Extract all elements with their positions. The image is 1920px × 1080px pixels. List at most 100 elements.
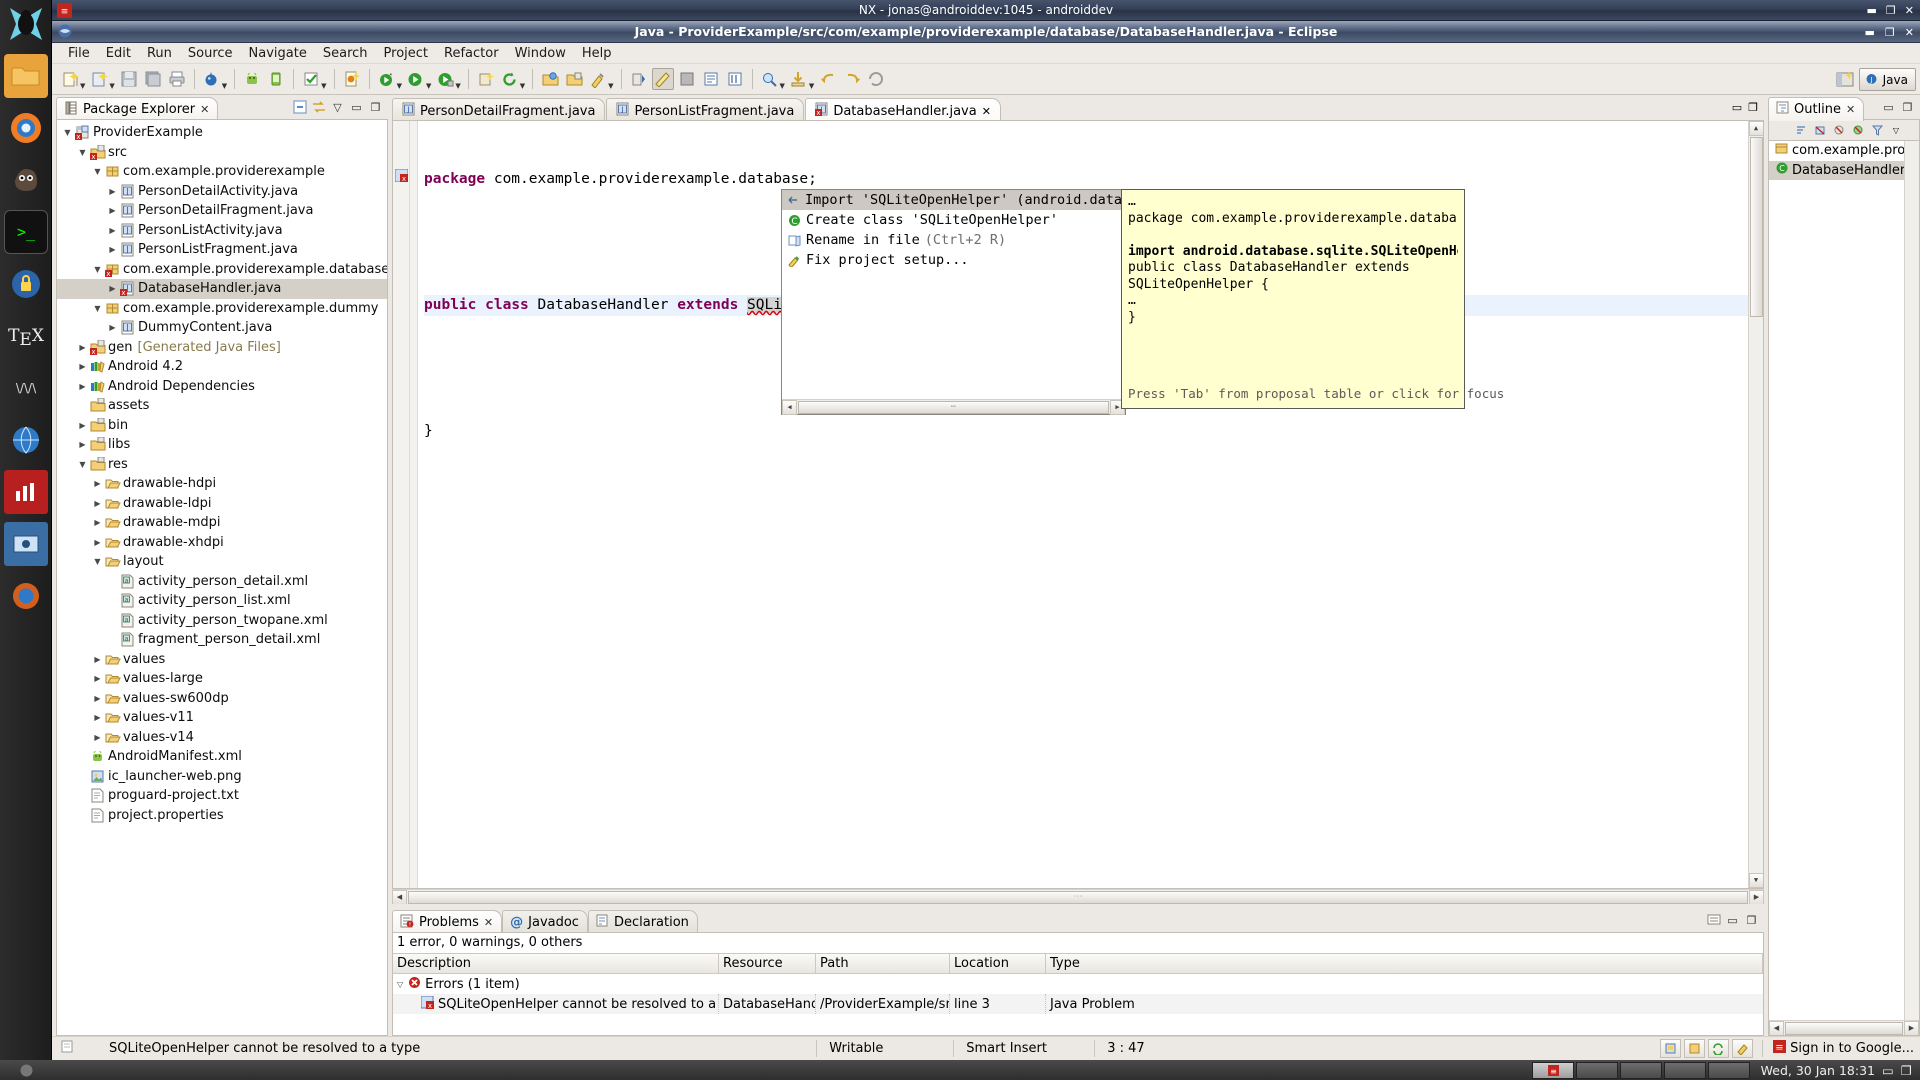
taskbar-task-1[interactable]: ≡ xyxy=(1532,1062,1574,1079)
taskbar-clock-area[interactable]: Wed, 30 Jan 18:31 ▭ ❐ xyxy=(1761,1063,1920,1078)
proposal-fix-project-setup[interactable]: Fix project setup... xyxy=(782,250,1125,270)
menubar[interactable]: File Edit Run Source Navigate Search Pro… xyxy=(52,43,1920,64)
tree-item[interactable]: ▼com.example.providerexample.dummy xyxy=(57,299,387,319)
twisty-open-icon[interactable]: ▼ xyxy=(91,265,104,274)
tree-item[interactable]: ▶Android 4.2 xyxy=(57,357,387,377)
taskbar-task-2[interactable] xyxy=(1576,1062,1618,1079)
tab-problems[interactable]: ! Problems ✕ xyxy=(392,910,502,934)
quickdiff-icon[interactable] xyxy=(1684,1039,1705,1058)
tree-item[interactable]: ▼layout xyxy=(57,552,387,572)
tree-item[interactable]: ▶drawable-mdpi xyxy=(57,513,387,533)
maximize-icon[interactable]: ❐ xyxy=(1900,100,1915,115)
taskbar-tasks[interactable]: ≡ xyxy=(1532,1062,1750,1079)
quick-fix-button[interactable] xyxy=(587,68,609,90)
run-button[interactable] xyxy=(405,68,427,90)
run-dropdown[interactable]: ▼ xyxy=(426,82,431,94)
scroll-down-icon[interactable]: ▼ xyxy=(1749,873,1764,888)
menu-project[interactable]: Project xyxy=(376,45,436,62)
twisty-closed-icon[interactable]: ▶ xyxy=(91,674,104,683)
package-explorer-view-tools[interactable]: ▽ ▭ ❐ xyxy=(292,95,388,119)
new-wizard-dropdown[interactable]: ▼ xyxy=(80,82,85,94)
package-explorer-tabbar[interactable]: Package Explorer ✕ ▽ ▭ ❐ xyxy=(56,95,388,119)
twisty-closed-icon[interactable]: ▶ xyxy=(91,713,104,722)
filter-icon[interactable] xyxy=(1869,122,1885,138)
debug-dropdown[interactable]: ▼ xyxy=(222,82,227,94)
content-assist-popup[interactable]: Import 'SQLiteOpenHelper' (android.datab… xyxy=(781,189,1126,415)
tree-item[interactable]: ▶bin xyxy=(57,416,387,436)
tree-item[interactable]: ▼xcom.example.providerexample.database xyxy=(57,260,387,280)
nx-maximize-button[interactable]: ❐ xyxy=(1886,4,1896,17)
tab-javadoc[interactable]: @ Javadoc xyxy=(502,910,588,934)
taskbar[interactable]: ≡ Wed, 30 Jan 18:31 ▭ ❐ xyxy=(0,1060,1920,1080)
toggle-mark-occurrences-button[interactable] xyxy=(652,68,674,90)
tab-declaration[interactable]: Declaration xyxy=(588,910,698,934)
twisty-closed-icon[interactable]: ▶ xyxy=(106,187,119,196)
editor-main[interactable]: x package com.example.providerexample.da… xyxy=(392,120,1764,889)
tree-item[interactable]: ▶libs xyxy=(57,435,387,455)
scroll-right-icon[interactable]: ▶ xyxy=(1904,1021,1919,1036)
desktop-dock[interactable]: >_ TEX \/\/\ xyxy=(0,0,52,1060)
twisty-open-icon[interactable]: ▼ xyxy=(61,128,74,137)
taskbar-task-4[interactable] xyxy=(1664,1062,1706,1079)
firefox2-icon[interactable] xyxy=(4,574,48,618)
taskbar-show-desktop-icon[interactable]: ❐ xyxy=(1901,1063,1912,1078)
browser-icon[interactable] xyxy=(4,418,48,462)
taskbar-menu-icon[interactable] xyxy=(0,1063,52,1078)
editor-tabbar[interactable]: J PersonDetailFragment.java J PersonList… xyxy=(392,95,1764,120)
tree-item[interactable]: ▶JPersonDetailActivity.java xyxy=(57,182,387,202)
vlc-icon[interactable]: \/\/\ xyxy=(4,366,48,410)
search-button[interactable] xyxy=(759,68,781,90)
editor-horizontal-scrollbar[interactable]: ◀ ⋯ ▶ xyxy=(392,889,1764,904)
twisty-closed-icon[interactable]: ▶ xyxy=(106,323,119,332)
scroll-left-icon[interactable]: ◀ xyxy=(1769,1021,1784,1036)
menu-navigate[interactable]: Navigate xyxy=(241,45,315,62)
show-whitespace-button[interactable] xyxy=(700,68,722,90)
run-as-dropdown[interactable]: ▼ xyxy=(397,82,402,94)
perspective-java-button[interactable]: J Java xyxy=(1859,68,1916,91)
tree-item[interactable]: ▶values-sw600dp xyxy=(57,689,387,709)
terminal-icon[interactable]: >_ xyxy=(4,210,48,254)
twisty-closed-icon[interactable]: ▶ xyxy=(91,518,104,527)
tree-item[interactable]: ▶JxDatabaseHandler.java xyxy=(57,279,387,299)
table-row-problem[interactable]: x SQLiteOpenHelper cannot be resolved to… xyxy=(393,994,1763,1014)
minimize-icon[interactable]: ▭ xyxy=(1725,913,1740,928)
main-toolbar[interactable]: ▼ ▼ ▼ xyxy=(52,64,1920,95)
tex-icon[interactable]: TEX xyxy=(4,314,48,358)
proposal-import-sqliteopenhelper[interactable]: Import 'SQLiteOpenHelper' (android.datab… xyxy=(782,190,1125,210)
google-signin-icon[interactable]: ≡ xyxy=(1772,1039,1787,1058)
refresh-button[interactable] xyxy=(499,68,521,90)
twisty-closed-icon[interactable]: ▶ xyxy=(91,499,104,508)
editor-hscroll-thumb[interactable]: ⋯ xyxy=(408,891,1748,904)
download-dropdown[interactable]: ▼ xyxy=(809,82,814,94)
maximize-icon[interactable]: ❐ xyxy=(1748,101,1758,114)
toggle-block-selection-button[interactable] xyxy=(676,68,698,90)
menu-source[interactable]: Source xyxy=(180,45,241,62)
twisty-closed-icon[interactable]: ▶ xyxy=(76,362,89,371)
twisty-closed-icon[interactable]: ▶ xyxy=(91,694,104,703)
tree-item[interactable]: assets xyxy=(57,396,387,416)
tree-item[interactable]: aactivity_person_list.xml xyxy=(57,591,387,611)
column-header-type[interactable]: Type xyxy=(1046,954,1763,973)
keepass-icon[interactable] xyxy=(4,262,48,306)
open-type-button[interactable] xyxy=(539,68,561,90)
taskbar-task-3[interactable] xyxy=(1620,1062,1662,1079)
save-all-button[interactable] xyxy=(142,68,164,90)
editor-vscroll-thumb[interactable] xyxy=(1750,137,1763,317)
tree-item[interactable]: ▼xsrc xyxy=(57,143,387,163)
nx-window-buttons[interactable]: ▬ ❐ ✕ xyxy=(1867,0,1915,21)
twisty-open-icon[interactable]: ▼ xyxy=(76,460,89,469)
column-header-location[interactable]: Location xyxy=(950,954,1046,973)
print-button[interactable] xyxy=(166,68,188,90)
tree-item[interactable]: ▶JDummyContent.java xyxy=(57,318,387,338)
menu-icon[interactable]: ▽ xyxy=(1888,122,1904,138)
problems-table-header[interactable]: Description Resource Path Location Type xyxy=(393,953,1763,974)
xfce-mouse-icon[interactable] xyxy=(4,2,48,46)
status-right-tools[interactable]: ≡ Sign in to Google... xyxy=(1660,1039,1920,1058)
outline-horizontal-scrollbar[interactable]: ◀ ▶ xyxy=(1769,1020,1919,1035)
twisty-closed-icon[interactable]: ▶ xyxy=(106,245,119,254)
tree-item[interactable]: ▼com.example.providerexample xyxy=(57,162,387,182)
next-annotation-button[interactable] xyxy=(628,68,650,90)
twisty-closed-icon[interactable]: ▶ xyxy=(76,343,89,352)
assist-horizontal-scrollbar[interactable]: ◀ ⋯ ▶ xyxy=(782,399,1125,414)
outline-hscroll-thumb[interactable] xyxy=(1785,1022,1903,1035)
